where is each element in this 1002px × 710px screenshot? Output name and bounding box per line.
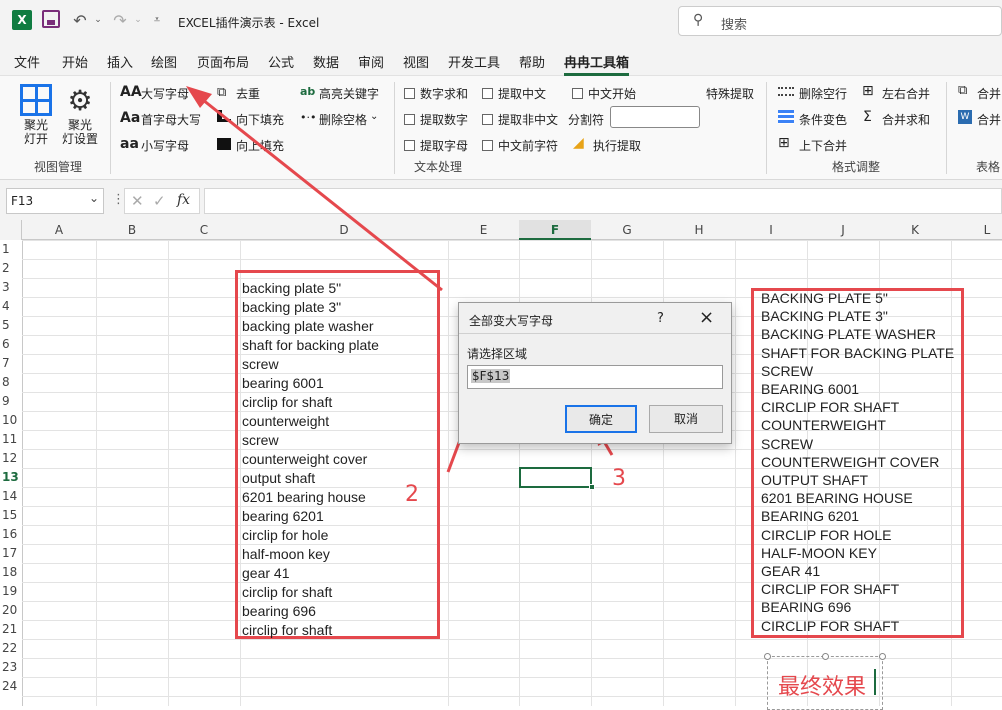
text-cursor: [874, 669, 876, 695]
close-icon[interactable]: ×: [699, 307, 714, 328]
help-icon[interactable]: ?: [657, 311, 664, 326]
step-3-label: 3: [612, 466, 626, 491]
cancel-button[interactable]: 取消: [649, 405, 723, 433]
step-2-label: 2: [405, 482, 419, 507]
arrow-to-uppercase: [197, 94, 443, 292]
range-input-value: $F$13: [471, 369, 511, 383]
range-prompt: 请选择区域: [467, 347, 528, 361]
final-effect-text: 最终效果: [778, 675, 867, 700]
dialog-title: 全部变大写字母: [469, 314, 554, 328]
ok-button[interactable]: 确定: [565, 405, 637, 433]
uppercase-dialog: 全部变大写字母 ? × 请选择区域 $F$13 确定 取消: [458, 302, 732, 444]
dialog-divider: [459, 333, 731, 334]
final-effect-textbox[interactable]: 最终效果: [764, 653, 886, 710]
range-input[interactable]: $F$13: [467, 365, 723, 389]
